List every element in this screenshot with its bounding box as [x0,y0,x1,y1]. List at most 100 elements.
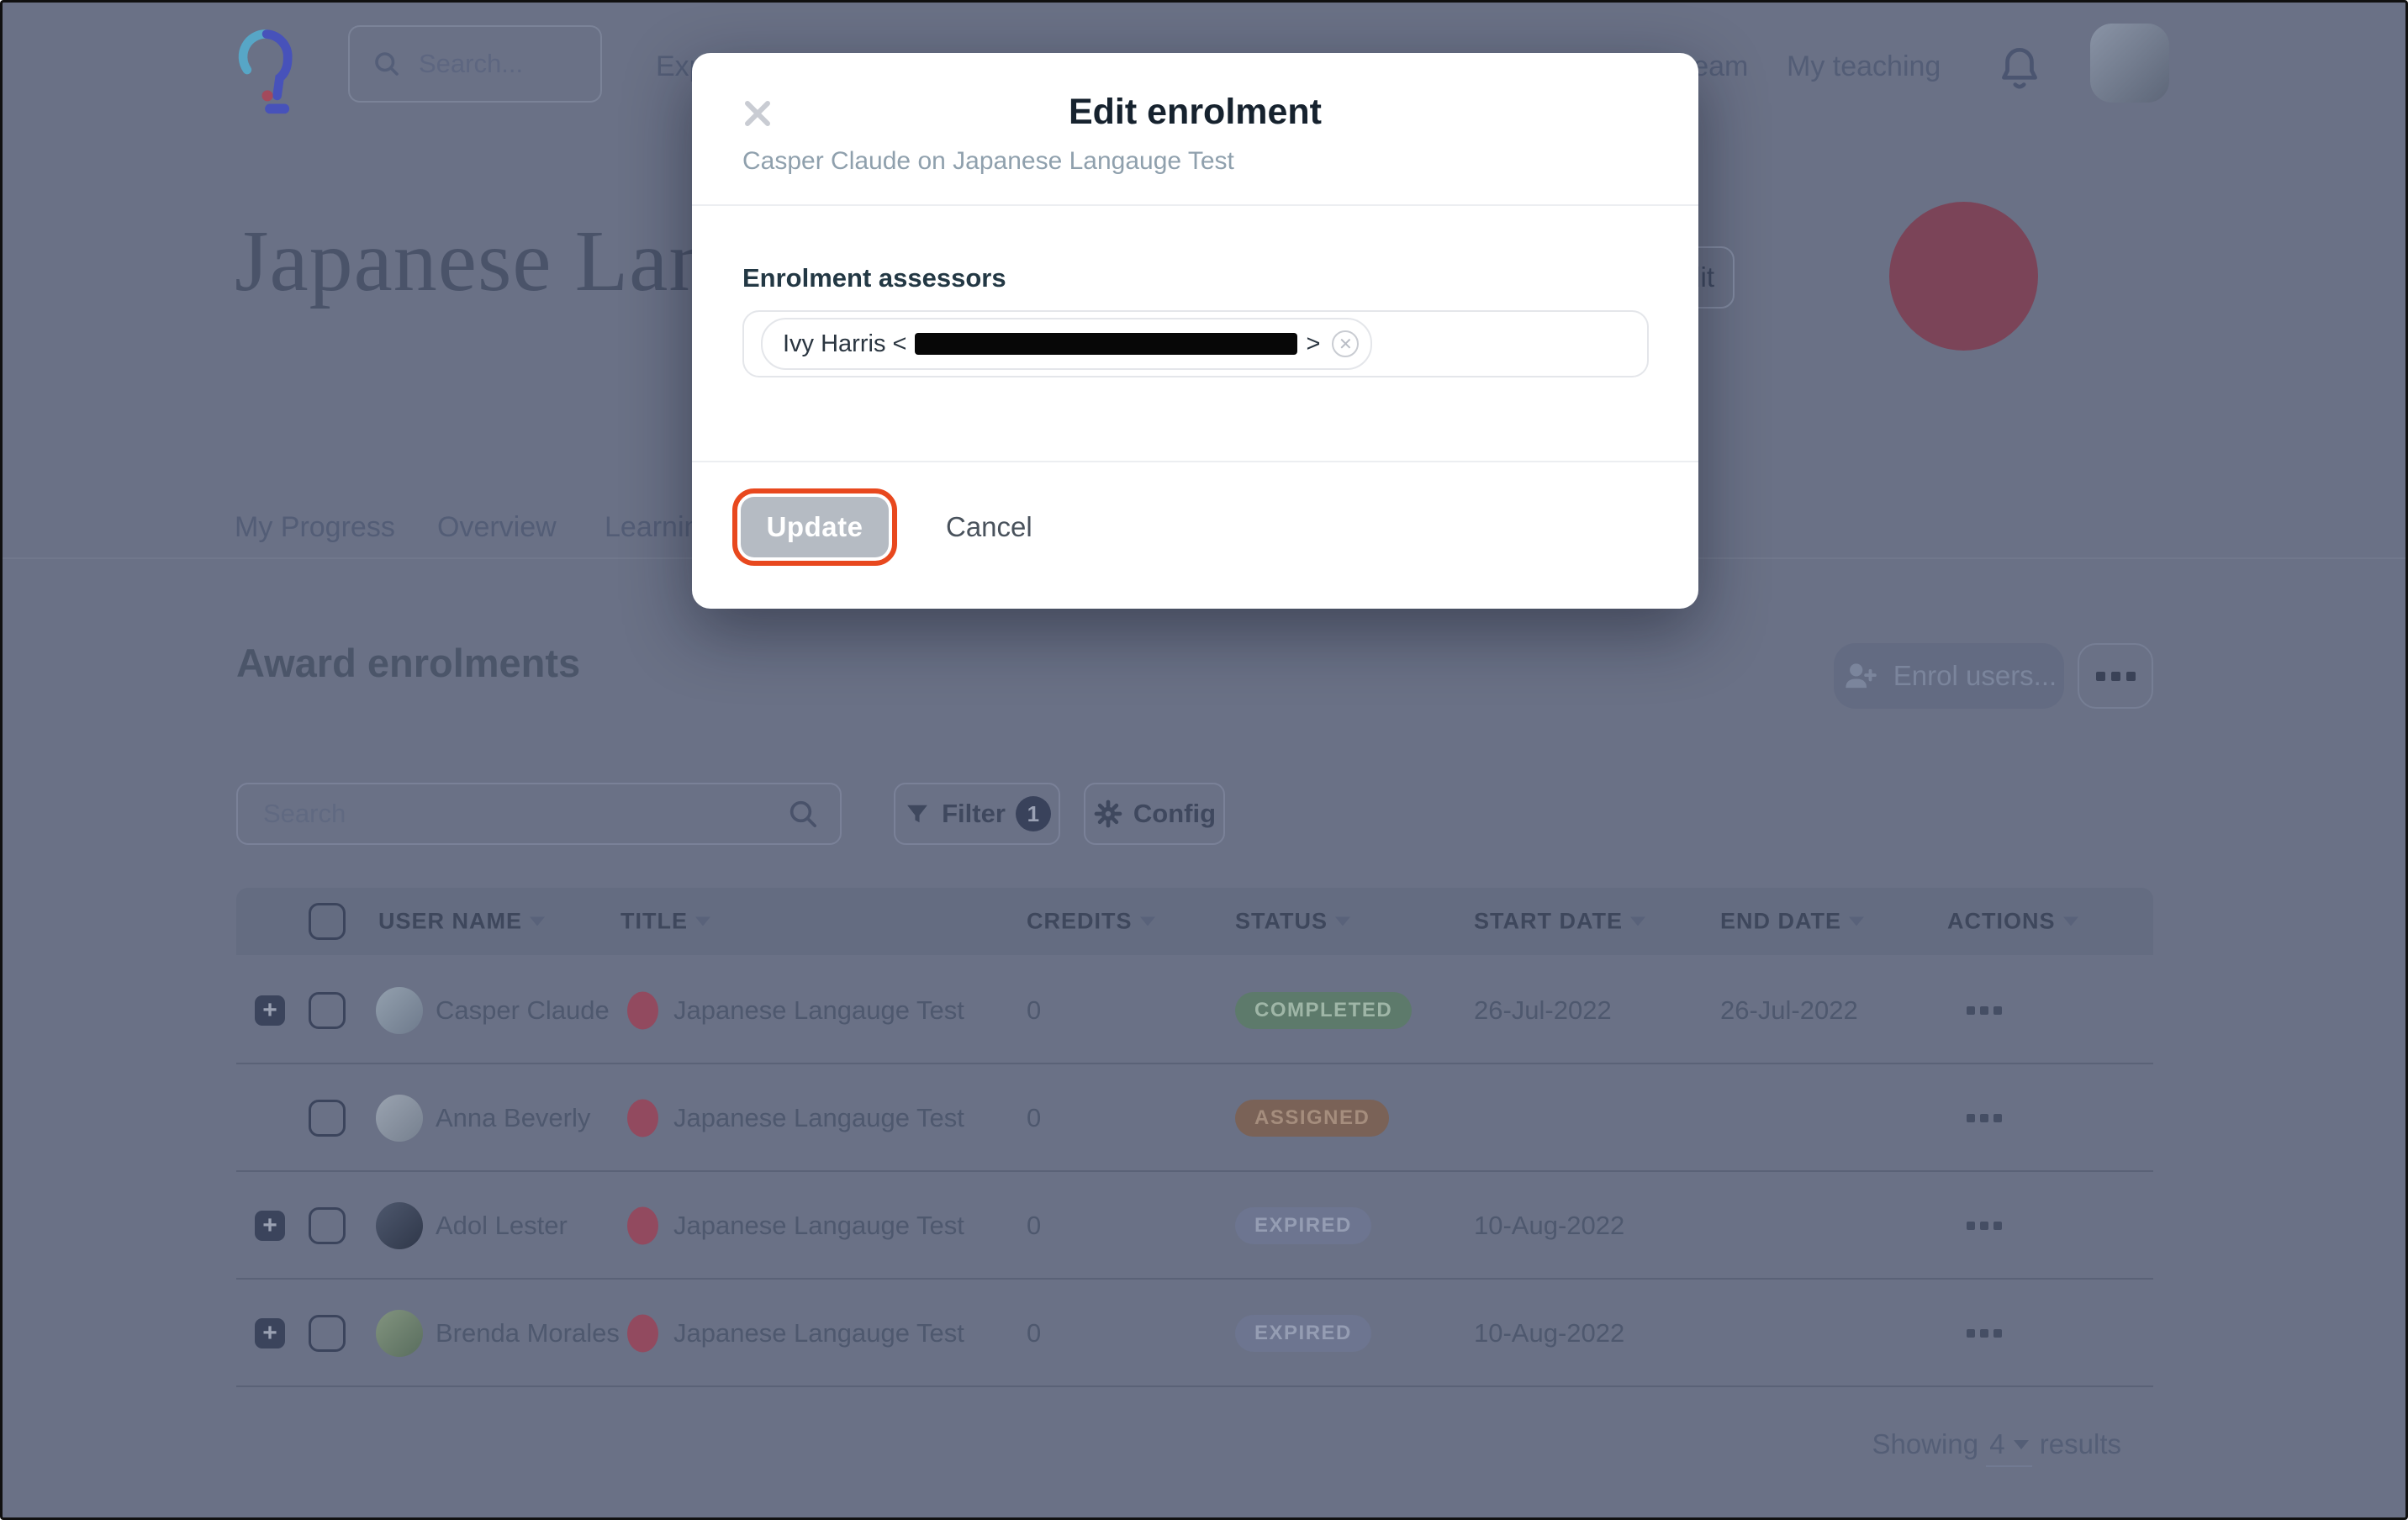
award-dot-icon [627,1315,658,1353]
award-dot-icon [627,992,658,1030]
start-date: 10-Aug-2022 [1474,1211,1624,1241]
status-badge: EXPIRED [1235,1315,1371,1352]
remove-assessor-icon[interactable]: ✕ [1332,330,1359,357]
tab-my-progress[interactable]: My Progress [235,511,395,544]
caret-down-icon [2014,1440,2029,1449]
enrol-users-button[interactable]: Enrol users... [1834,643,2064,709]
table-search [236,783,842,845]
select-all-checkbox[interactable] [309,903,346,940]
award-cover-circle [1889,202,2038,351]
credits-value: 0 [1027,1318,1041,1348]
row-actions-button[interactable] [1967,1329,2002,1338]
update-button[interactable]: Update [741,497,889,557]
notifications-bell-icon[interactable] [1993,41,2046,97]
row-checkbox[interactable] [309,1207,346,1244]
user-avatar [376,987,423,1034]
enrol-users-label: Enrol users... [1893,660,2057,692]
expand-row-button[interactable]: + [255,1318,285,1348]
column-header-user-name[interactable]: USER NAME [378,909,545,935]
column-header-start-date[interactable]: START DATE [1474,909,1645,935]
assessor-bracket: > [1306,330,1320,358]
assessors-label: Enrolment assessors [742,263,1006,293]
enrolment-title[interactable]: Japanese Langauge Test [673,995,964,1026]
section-title: Award enrolments [236,640,580,686]
caret-down-icon [1335,917,1350,926]
tab-overview[interactable]: Overview [437,511,557,544]
results-summary: Showing 4 results [236,1428,2121,1467]
user-name[interactable]: Casper Claude [436,995,610,1026]
status-badge: EXPIRED [1235,1207,1371,1244]
user-avatar [376,1202,423,1249]
search-icon [786,797,820,831]
showing-label: Showing [1872,1428,1979,1459]
update-highlight-ring: Update [732,488,897,566]
column-header-actions[interactable]: ACTIONS [1947,909,2078,935]
assessor-name: Ivy Harris < [783,330,906,358]
modal-subtitle: Casper Claude on Japanese Langauge Test [742,147,1234,176]
caret-down-icon [2063,917,2078,926]
credits-value: 0 [1027,995,1041,1026]
credits-value: 0 [1027,1103,1041,1133]
assessors-input[interactable]: Ivy Harris < > ✕ [742,310,1649,377]
global-search-input[interactable] [417,48,563,80]
results-count-dropdown[interactable]: 4 [1986,1428,2031,1467]
column-header-status[interactable]: STATUS [1235,909,1350,935]
ellipsis-icon [2096,672,2105,681]
row-actions-button[interactable] [1967,1006,2002,1015]
table-bottom-divider [236,1385,2153,1387]
column-header-title[interactable]: TITLE [620,909,710,935]
app-screen: Explore My team My teaching Japanese Lan… [0,0,2408,1520]
user-name[interactable]: Brenda Morales [436,1318,620,1348]
award-dot-icon [627,1207,658,1245]
modal-divider [692,461,1698,462]
config-button[interactable]: Config [1084,783,1225,845]
award-dot-icon [627,1100,658,1137]
expand-row-button[interactable]: + [255,995,285,1026]
user-avatar [376,1310,423,1357]
enrolment-title[interactable]: Japanese Langauge Test [673,1103,964,1133]
table-header: USER NAME TITLE CREDITS STATUS START DAT… [236,888,2153,955]
enrolment-title[interactable]: Japanese Langauge Test [673,1211,964,1241]
credits-value: 0 [1027,1211,1041,1241]
redacted-email [915,333,1297,355]
caret-down-icon [1140,917,1155,926]
user-avatar [376,1095,423,1142]
results-label: results [2040,1428,2121,1459]
table-search-input[interactable] [261,798,786,830]
user-name[interactable]: Adol Lester [436,1211,568,1241]
caret-down-icon [530,917,545,926]
caret-down-icon [1849,917,1864,926]
table-row: + Casper Claude Japanese Langauge Test 0… [236,955,2153,1064]
caret-down-icon [695,917,710,926]
table-row: + Anna Beverly Japanese Langauge Test 0 … [236,1063,2153,1172]
gear-icon [1093,799,1123,829]
table-row: + Adol Lester Japanese Langauge Test 0 E… [236,1170,2153,1280]
enrolments-table: USER NAME TITLE CREDITS STATUS START DAT… [236,888,2153,1387]
funnel-icon [903,800,932,828]
row-actions-button[interactable] [1967,1114,2002,1122]
assessor-chip: Ivy Harris < > ✕ [761,318,1372,370]
row-checkbox[interactable] [309,1315,346,1352]
cancel-button[interactable]: Cancel [946,511,1032,543]
user-name[interactable]: Anna Beverly [436,1103,590,1133]
start-date: 10-Aug-2022 [1474,1318,1624,1348]
column-header-end-date[interactable]: END DATE [1720,909,1864,935]
expand-row-button[interactable]: + [255,1211,285,1241]
search-icon [372,49,402,79]
lightbulb-logo-icon[interactable] [231,23,305,117]
filter-button[interactable]: Filter 1 [894,783,1060,845]
section-more-button[interactable] [2078,643,2153,709]
row-checkbox[interactable] [309,1100,346,1137]
modal-divider [692,204,1698,206]
modal-title: Edit enrolment [692,92,1698,133]
nav-item-my-teaching[interactable]: My teaching [1787,50,1941,83]
modal-footer: Update Cancel [732,488,1032,566]
row-checkbox[interactable] [309,992,346,1029]
enrolment-title[interactable]: Japanese Langauge Test [673,1318,964,1348]
status-badge: COMPLETED [1235,992,1412,1029]
row-actions-button[interactable] [1967,1222,2002,1230]
user-avatar[interactable] [2090,24,2169,103]
column-header-credits[interactable]: CREDITS [1027,909,1155,935]
table-row: + Brenda Morales Japanese Langauge Test … [236,1278,2153,1387]
edit-enrolment-modal: Edit enrolment Casper Claude on Japanese… [692,53,1698,609]
